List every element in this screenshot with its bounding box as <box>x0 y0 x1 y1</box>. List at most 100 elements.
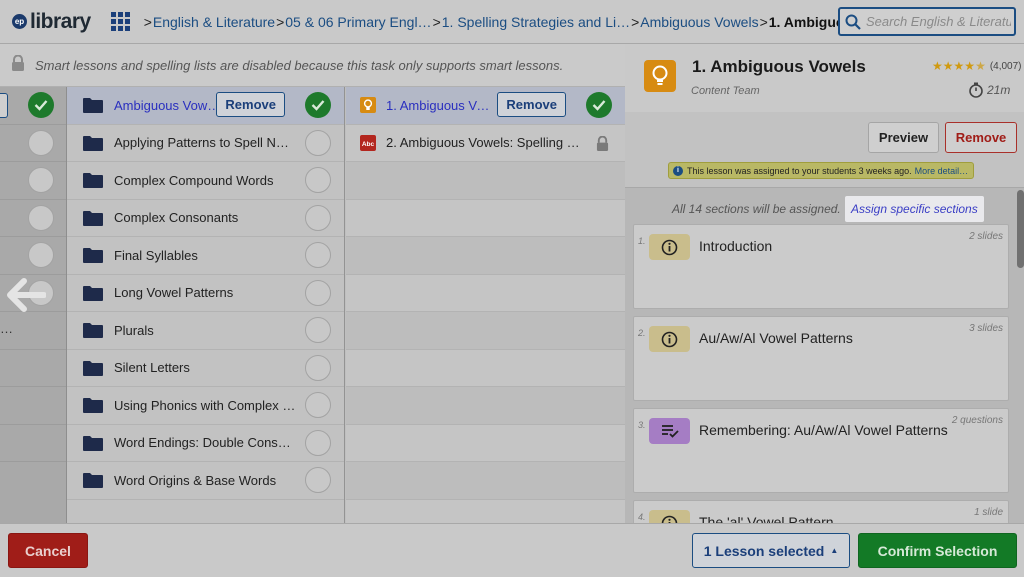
section-card[interactable]: 3. Remembering: Au/Aw/Al Vowel Patterns … <box>633 408 1009 493</box>
lesson-item[interactable]: 1. Ambiguous Vowels Remove <box>346 87 625 125</box>
search-icon <box>840 10 866 34</box>
cancel-button[interactable]: Cancel <box>8 533 88 568</box>
folder-item[interactable]: Complex Consonants <box>67 200 344 237</box>
folder-item[interactable]: Complex Compound Words <box>67 162 344 200</box>
back-arrow-icon[interactable] <box>4 277 47 316</box>
smart-lesson-icon <box>360 97 376 114</box>
folder-item[interactable]: Ambiguous Vowels Remove <box>67 87 344 125</box>
folder-item[interactable]: Word Endings: Double Consonants <box>67 425 344 462</box>
section-title: Remembering: Au/Aw/Al Vowel Patterns <box>699 422 948 438</box>
folder-item[interactable]: Plurals <box>67 312 344 350</box>
select-circle[interactable] <box>305 467 331 493</box>
spelling-list-icon: Abc <box>360 134 376 151</box>
folder-label: Complex Compound Words <box>114 172 274 188</box>
list-item[interactable] <box>0 425 66 462</box>
logo-text: library <box>30 9 91 33</box>
search-input[interactable] <box>866 14 1011 29</box>
breadcrumb-item-course[interactable]: 05 & 06 Primary Engl… <box>285 14 431 30</box>
star-icon: ★ <box>932 59 943 73</box>
select-circle[interactable] <box>305 429 331 456</box>
select-circle[interactable] <box>28 242 54 268</box>
breadcrumb: > English & Literature > 05 & 06 Primary… <box>143 0 912 44</box>
more-detail-link[interactable]: More detail… <box>915 166 969 176</box>
folder-label: Word Origins & Base Words <box>114 472 277 488</box>
select-circle[interactable] <box>305 204 331 231</box>
duration: 21m <box>968 82 1010 98</box>
section-meta: 2 questions <box>951 415 1003 426</box>
logo-badge: ep <box>12 14 27 29</box>
quiz-icon <box>649 418 690 444</box>
folder-icon <box>83 135 103 151</box>
breadcrumb-item-folder[interactable]: Ambiguous Vowels <box>640 14 758 30</box>
assign-specific-sections-link[interactable]: Assign specific sections <box>845 196 984 222</box>
section-title: Introduction <box>699 238 773 254</box>
lesson-actions: Preview Remove i This lesson was assigne… <box>625 112 1024 188</box>
folder-item[interactable]: Applying Patterns to Spell New Words <box>67 125 344 162</box>
assigned-banner: i This lesson was assigned to your stude… <box>668 162 975 179</box>
section-card[interactable]: 4. The 'al' Vowel Pattern 1 slide <box>633 500 1009 523</box>
select-circle[interactable] <box>305 392 331 418</box>
folder-item[interactable]: Long Vowel Patterns <box>67 275 344 312</box>
list-item[interactable] <box>0 387 66 425</box>
truncation-ellipsis: … <box>0 321 13 336</box>
remove-button-fragment[interactable] <box>0 93 8 118</box>
star-icon: ★ <box>942 59 954 73</box>
select-circle[interactable] <box>28 129 54 156</box>
breadcrumb-item-subject[interactable]: English & Literature <box>153 14 275 30</box>
select-circle[interactable] <box>28 167 54 193</box>
folder-label: Complex Consonants <box>114 210 239 226</box>
folder-label: Final Syllables <box>114 247 198 263</box>
selected-check-icon[interactable] <box>305 92 331 118</box>
remove-lesson-button[interactable]: Remove <box>945 122 1017 153</box>
info-icon: i <box>673 165 683 176</box>
star-icon: ★ <box>964 59 976 73</box>
folder-label: Applying Patterns to Spell New Words <box>114 135 296 151</box>
select-circle[interactable] <box>305 317 331 343</box>
folder-item[interactable]: Using Phonics with Complex Words <box>67 387 344 425</box>
list-item[interactable] <box>0 237 66 275</box>
select-circle[interactable] <box>305 279 331 306</box>
search-box[interactable] <box>838 7 1016 36</box>
confirm-selection-button[interactable]: Confirm Selection <box>858 533 1017 568</box>
empty-row <box>346 162 625 200</box>
selection-summary-label: 1 Lesson selected <box>703 542 825 559</box>
select-circle[interactable] <box>28 204 54 231</box>
empty-row <box>346 312 625 350</box>
remove-button[interactable]: Remove <box>216 92 285 117</box>
list-item[interactable] <box>0 350 66 387</box>
folder-icon <box>83 398 103 414</box>
list-item[interactable] <box>0 162 66 200</box>
list-item[interactable] <box>0 125 66 162</box>
section-number: 2. <box>638 328 646 338</box>
select-circle[interactable] <box>305 167 331 193</box>
folder-item[interactable]: Word Origins & Base Words <box>67 462 344 500</box>
lesson-label: 1. Ambiguous Vowels <box>386 97 496 113</box>
preview-button[interactable]: Preview <box>868 122 939 153</box>
select-circle[interactable] <box>305 129 331 156</box>
selected-check-icon[interactable] <box>28 92 54 118</box>
section-meta: 2 slides <box>969 231 1003 242</box>
list-item[interactable] <box>0 87 66 125</box>
info-icon <box>649 234 690 260</box>
list-item[interactable] <box>0 200 66 237</box>
section-card[interactable]: 2. Au/Aw/Al Vowel Patterns 3 slides <box>633 316 1009 401</box>
selection-summary-button[interactable]: 1 Lesson selected ▲ <box>692 533 850 568</box>
apps-grid-icon[interactable] <box>110 11 131 32</box>
folder-item[interactable]: Silent Letters <box>67 350 344 387</box>
select-circle[interactable] <box>305 354 331 381</box>
breadcrumb-item-unit[interactable]: 1. Spelling Strategies and Li… <box>442 14 630 30</box>
breadcrumb-separator: > <box>631 13 640 30</box>
empty-row <box>346 462 625 500</box>
folder-label: Silent Letters <box>114 360 190 376</box>
detail-scrollbar[interactable] <box>1017 190 1024 268</box>
folder-icon <box>83 98 103 114</box>
logo[interactable]: ep library <box>12 0 91 44</box>
selected-check-icon[interactable] <box>586 92 612 118</box>
section-meta: 3 slides <box>969 323 1003 334</box>
remove-button[interactable]: Remove <box>497 92 566 117</box>
section-card[interactable]: 1. Introduction 2 slides <box>633 224 1009 309</box>
folder-item[interactable]: Final Syllables <box>67 237 344 275</box>
empty-row <box>346 275 625 312</box>
select-circle[interactable] <box>305 242 331 268</box>
folder-label: Word Endings: Double Consonants <box>114 435 296 451</box>
